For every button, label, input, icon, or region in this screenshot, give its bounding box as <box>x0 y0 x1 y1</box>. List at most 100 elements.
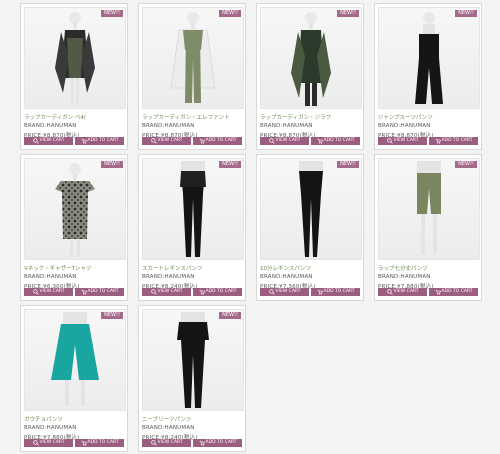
view-cart-button[interactable]: VIEW CART <box>142 439 191 447</box>
product-name[interactable]: ガウチョパンツ <box>24 415 124 423</box>
cart-icon <box>199 289 205 295</box>
new-badge: NEW!! <box>455 161 477 168</box>
product-photo[interactable]: NEW!! <box>260 158 362 260</box>
product-photo[interactable]: NEW!! <box>24 7 126 109</box>
view-cart-label: VIEW CART <box>157 289 183 294</box>
product-photo[interactable]: NEW!! <box>260 7 362 109</box>
new-badge: NEW!! <box>219 10 241 17</box>
new-badge: NEW!! <box>101 161 123 168</box>
product-grid: NEW!! ラップカーディガン ペ4( BRAND:HANUMAN PRICE:… <box>20 3 490 452</box>
product-brand: BRAND:HANUMAN <box>24 123 77 129</box>
new-badge: NEW!! <box>219 312 241 319</box>
add-to-cart-label: ADD TO CART <box>323 289 355 294</box>
product-photo[interactable]: NEW!! <box>378 7 480 109</box>
mannequin-image <box>291 12 331 106</box>
add-to-cart-button[interactable]: ADD TO CART <box>429 137 478 145</box>
add-to-cart-button[interactable]: ADD TO CART <box>193 439 242 447</box>
cart-icon <box>435 138 441 144</box>
add-to-cart-button[interactable]: ADD TO CART <box>311 288 360 296</box>
mannequin-image <box>417 161 441 254</box>
add-to-cart-button[interactable]: ADD TO CART <box>311 137 360 145</box>
view-cart-label: VIEW CART <box>39 138 65 143</box>
add-to-cart-label: ADD TO CART <box>323 138 355 143</box>
mannequin-image <box>415 12 443 104</box>
new-badge: NEW!! <box>337 161 359 168</box>
mannequin-image <box>55 163 95 257</box>
product-card[interactable]: NEW!! ジャンプスーツパンツ BRAND:HANUMAN PRICE:¥8,… <box>374 3 482 150</box>
product-photo[interactable]: NEW!! <box>142 7 244 109</box>
product-photo[interactable]: NEW!! <box>378 158 480 260</box>
product-card[interactable]: NEW!! ラップカーディガン・ジラフ BRAND:HANUMAN PRICE:… <box>256 3 364 150</box>
product-name[interactable]: ラップ七分丈パンツ <box>378 264 478 272</box>
view-cart-button[interactable]: VIEW CART <box>142 137 191 145</box>
search-icon <box>32 289 39 295</box>
new-badge: NEW!! <box>101 10 123 17</box>
mannequin-image <box>299 161 323 257</box>
product-name[interactable]: 10分レギンスパンツ <box>260 264 360 272</box>
search-icon <box>386 289 393 295</box>
product-photo[interactable]: NEW!! <box>24 309 126 411</box>
mannequin-image <box>170 12 216 103</box>
product-name[interactable]: ラップカーディガン・エレファント <box>142 113 242 121</box>
product-card[interactable]: NEW!! ラップ七分丈パンツ BRAND:HANUMAN PRICE:¥7,8… <box>374 154 482 301</box>
add-to-cart-button[interactable]: ADD TO CART <box>75 288 124 296</box>
product-brand: BRAND:HANUMAN <box>142 425 195 431</box>
add-to-cart-label: ADD TO CART <box>205 289 237 294</box>
add-to-cart-button[interactable]: ADD TO CART <box>429 288 478 296</box>
add-to-cart-label: ADD TO CART <box>205 138 237 143</box>
view-cart-button[interactable]: VIEW CART <box>24 137 73 145</box>
add-to-cart-label: ADD TO CART <box>87 289 119 294</box>
mannequin-image <box>55 12 95 106</box>
product-card[interactable]: NEW!! ラップカーディガン・エレファント BRAND:HANUMAN PRI… <box>138 3 246 150</box>
product-photo[interactable]: NEW!! <box>142 158 244 260</box>
mannequin-image <box>51 312 99 406</box>
new-badge: NEW!! <box>101 312 123 319</box>
add-to-cart-label: ADD TO CART <box>441 138 473 143</box>
new-badge: NEW!! <box>337 10 359 17</box>
product-brand: BRAND:HANUMAN <box>24 425 77 431</box>
product-card[interactable]: NEW!! ガウチョパンツ BRAND:HANUMAN PRICE:¥7,880… <box>20 305 128 452</box>
product-name[interactable]: Vネック・ギャザーTシャツ <box>24 264 124 272</box>
product-card[interactable]: NEW!! ラップカーディガン ペ4( BRAND:HANUMAN PRICE:… <box>20 3 128 150</box>
product-card[interactable]: NEW!! スカートレギンスパンツ BRAND:HANUMAN PRICE:¥8… <box>138 154 246 301</box>
add-to-cart-button[interactable]: ADD TO CART <box>75 439 124 447</box>
product-brand: BRAND:HANUMAN <box>378 123 431 129</box>
view-cart-label: VIEW CART <box>157 138 183 143</box>
view-cart-button[interactable]: VIEW CART <box>378 137 427 145</box>
search-icon <box>32 138 39 144</box>
product-photo[interactable]: NEW!! <box>142 309 244 411</box>
view-cart-label: VIEW CART <box>39 289 65 294</box>
view-cart-button[interactable]: VIEW CART <box>260 288 309 296</box>
view-cart-button[interactable]: VIEW CART <box>260 137 309 145</box>
product-name[interactable]: ラップカーディガン・ジラフ <box>260 113 360 121</box>
view-cart-button[interactable]: VIEW CART <box>24 288 73 296</box>
product-photo[interactable]: NEW!! <box>24 158 126 260</box>
product-name[interactable]: スカートレギンスパンツ <box>142 264 242 272</box>
search-icon <box>268 138 275 144</box>
search-icon <box>386 138 393 144</box>
new-badge: NEW!! <box>455 10 477 17</box>
view-cart-button[interactable]: VIEW CART <box>378 288 427 296</box>
view-cart-button[interactable]: VIEW CART <box>142 288 191 296</box>
cart-icon <box>317 138 323 144</box>
mannequin-image <box>180 161 206 257</box>
product-brand: BRAND:HANUMAN <box>142 274 195 280</box>
product-card[interactable]: NEW!! Vネック・ギャザーTシャツ BRAND:HANUMAN PRICE:… <box>20 154 128 301</box>
product-card[interactable]: NEW!! ニーブリーツパンツ BRAND:HANUMAN PRICE:¥8,2… <box>138 305 246 452</box>
product-card[interactable]: NEW!! 10分レギンスパンツ BRAND:HANUMAN PRICE:¥7,… <box>256 154 364 301</box>
add-to-cart-label: ADD TO CART <box>441 289 473 294</box>
search-icon <box>150 440 157 446</box>
search-icon <box>150 289 157 295</box>
search-icon <box>268 289 275 295</box>
cart-icon <box>81 138 87 144</box>
cart-icon <box>199 138 205 144</box>
product-name[interactable]: ニーブリーツパンツ <box>142 415 242 423</box>
product-name[interactable]: ジャンプスーツパンツ <box>378 113 478 121</box>
add-to-cart-button[interactable]: ADD TO CART <box>75 137 124 145</box>
add-to-cart-button[interactable]: ADD TO CART <box>193 288 242 296</box>
product-name[interactable]: ラップカーディガン ペ4( <box>24 113 124 121</box>
view-cart-label: VIEW CART <box>275 289 301 294</box>
add-to-cart-button[interactable]: ADD TO CART <box>193 137 242 145</box>
view-cart-button[interactable]: VIEW CART <box>24 439 73 447</box>
view-cart-label: VIEW CART <box>275 138 301 143</box>
